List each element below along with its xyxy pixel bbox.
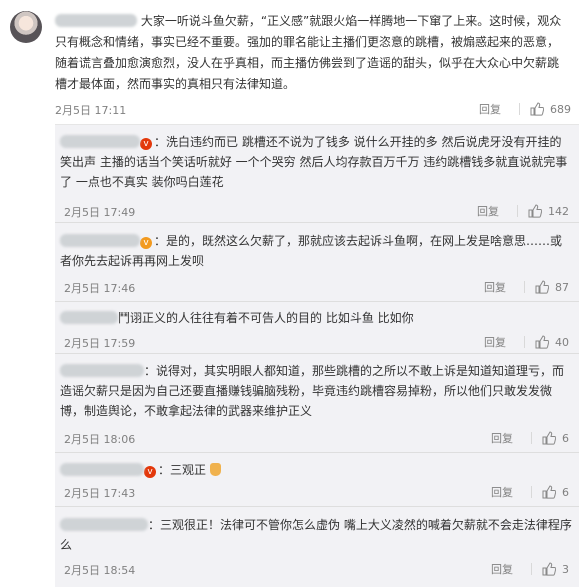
reply-actions: 回复 3 [491,561,569,577]
main-comment-time: 2月5日 17:11 [55,104,127,117]
list-item: v ：洗白违约而已 跳槽还不说为了钱多 说什么开挂的多 然后说虎牙没有开挂的笑出声… [55,125,579,223]
thumb-up-icon[interactable] [530,102,545,116]
member-badge-icon: v [140,138,152,150]
clap-emoji-icon [209,463,221,476]
divider [531,432,532,444]
member-badge-icon: v [144,466,156,478]
reply-actions: 回复 6 [491,484,569,500]
username-blurred[interactable] [60,518,148,531]
reply-actions: 回复 87 [484,279,569,295]
like-count: 6 [562,431,569,445]
reply-button[interactable]: 回复 [479,101,501,117]
thumb-up-icon[interactable] [542,431,557,445]
divider [531,486,532,498]
thumb-up-icon[interactable] [528,204,543,218]
reply-actions: 回复 6 [491,430,569,446]
reply-time: 2月5日 18:06 [64,433,136,446]
reply-actions: 回复 142 [477,203,569,219]
reply-time: 2月5日 17:49 [64,206,136,219]
like-count: 40 [555,335,569,349]
reply-button[interactable]: 回复 [484,334,506,350]
list-item: ：说得对，其实明眼人都知道，那些跳槽的之所以不敢上诉是知道知道理亏，而造谣欠薪只… [55,354,579,453]
list-item: 鬥诩正义的人往往有着不可告人的目的 比如斗鱼 比如你 2月5日 17:59 回复… [55,302,579,354]
divider [524,281,525,293]
member-badge-icon: v [140,237,152,249]
divider [531,563,532,575]
list-item: v ：三观正 2月5日 17:43 回复 6 [55,453,579,507]
reply-actions: 回复 40 [484,334,569,350]
list-item: ：三观很正！法律可不管你怎么虚伪 嘴上大义凌然的喊着欠薪就不会走法律程序么 2月… [60,518,572,577]
thumb-up-icon[interactable] [535,280,550,294]
reply-time: 2月5日 17:59 [64,337,136,350]
reply-time: 2月5日 17:46 [64,282,136,295]
reply-button[interactable]: 回复 [477,203,499,219]
main-comment: 大家一听说斗鱼欠薪，“正义感”就跟火焰一样腾地一下窜了上来。这时候，观众只有概念… [0,0,579,125]
reply-button[interactable]: 回复 [491,430,513,446]
like-count: 3 [562,562,569,576]
list-item: v ：是的，既然这么欠薪了，那就应该去起诉斗鱼啊，在网上发是啥意思……或者你先去起… [55,223,579,302]
username-blurred[interactable] [60,364,144,377]
like-count: 87 [555,280,569,294]
reply-button[interactable]: 回复 [484,279,506,295]
username-blurred[interactable] [60,311,118,324]
reply-button[interactable]: 回复 [491,484,513,500]
like-count: 6 [562,485,569,499]
main-comment-text: 大家一听说斗鱼欠薪，“正义感”就跟火焰一样腾地一下窜了上来。这时候，观众只有概念… [55,14,562,91]
username-blurred[interactable] [60,135,140,148]
username-blurred[interactable] [55,14,137,27]
like-count: 142 [548,204,569,218]
divider [517,205,518,217]
avatar[interactable] [10,11,42,43]
divider [524,336,525,348]
divider [519,103,520,115]
username-blurred[interactable] [60,234,140,247]
reply-time: 2月5日 17:43 [64,487,136,500]
like-count: 689 [550,102,571,116]
thumb-up-icon[interactable] [535,335,550,349]
reply-button[interactable]: 回复 [491,561,513,577]
main-comment-actions: 回复 689 [479,101,571,117]
thumb-up-icon[interactable] [542,562,557,576]
username-blurred[interactable] [60,463,144,476]
thumb-up-icon[interactable] [542,485,557,499]
reply-time: 2月5日 18:54 [64,564,136,577]
reply-list: v ：洗白违约而已 跳槽还不说为了钱多 说什么开挂的多 然后说虎牙没有开挂的笑出声… [55,124,579,587]
